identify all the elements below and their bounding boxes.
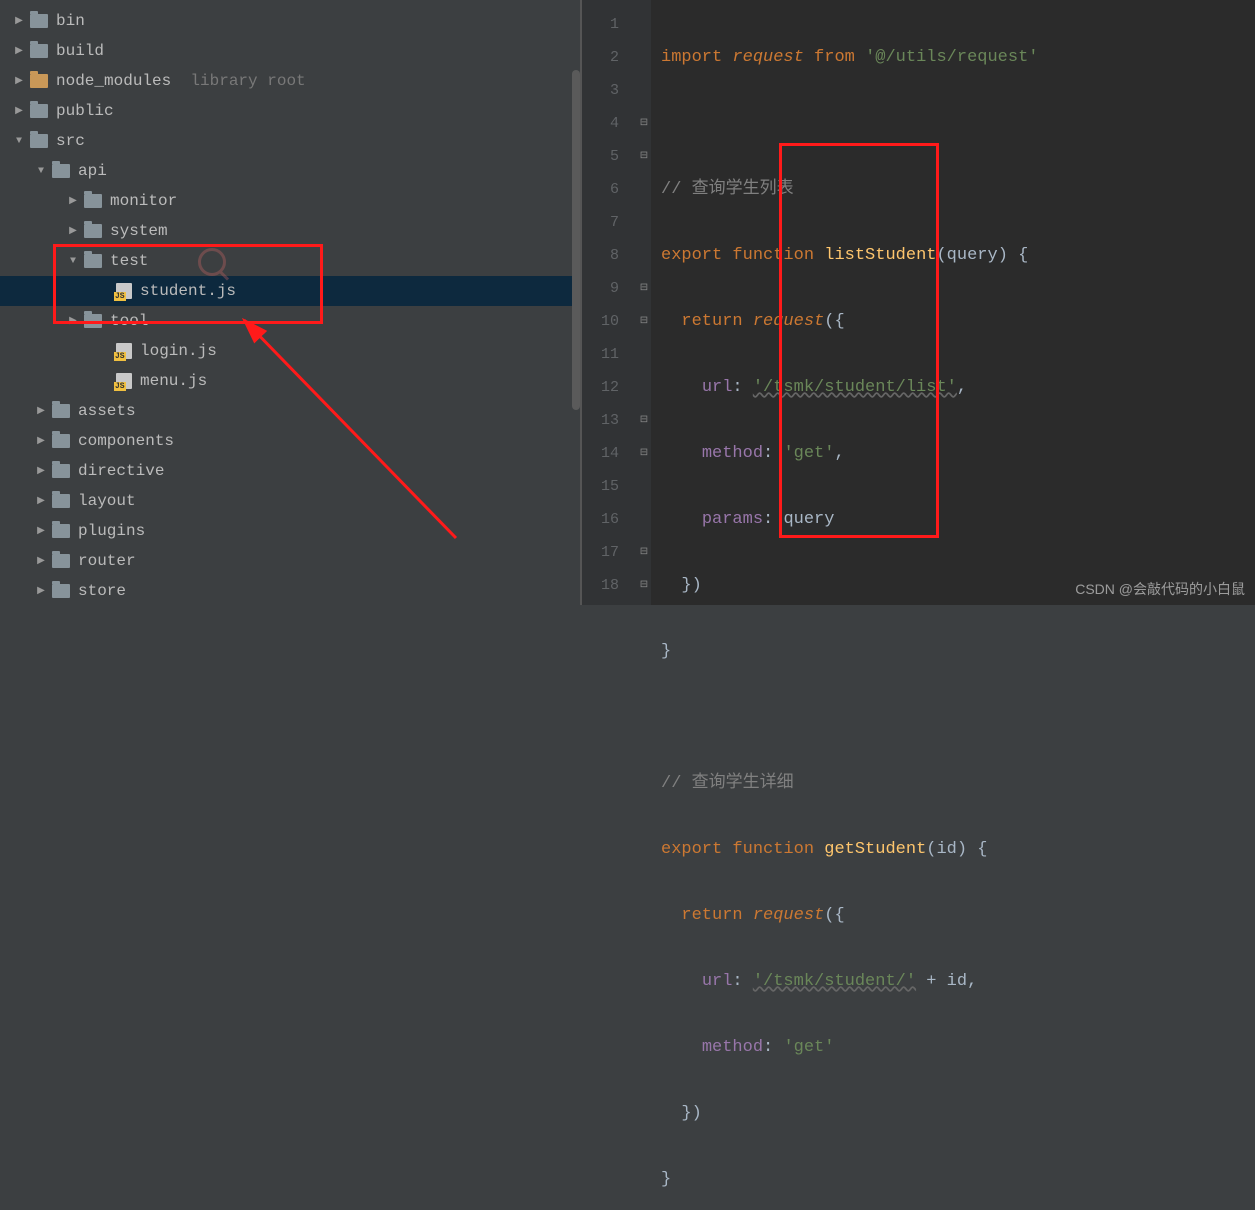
chevron-right-icon: ▶ bbox=[34, 585, 48, 597]
tree-label: bin bbox=[56, 12, 85, 30]
folder-icon bbox=[30, 134, 48, 148]
tree-item-student-js[interactable]: student.js bbox=[0, 276, 580, 306]
tree-label: src bbox=[56, 132, 85, 150]
code-editor[interactable]: 1 2 3 4 5 6 7 8 9 10 11 12 13 14 15 16 1… bbox=[582, 0, 1255, 605]
search-icon bbox=[198, 248, 226, 276]
tree-item-layout[interactable]: ▶ layout bbox=[0, 486, 580, 516]
folder-icon bbox=[52, 584, 70, 598]
js-file-icon bbox=[116, 283, 132, 299]
tree-label: tool bbox=[110, 312, 148, 330]
tree-label: monitor bbox=[110, 192, 177, 210]
tree-label: api bbox=[78, 162, 107, 180]
tree-item-menu-js[interactable]: menu.js bbox=[0, 366, 580, 396]
chevron-right-icon: ▶ bbox=[34, 555, 48, 567]
js-file-icon bbox=[116, 343, 132, 359]
folder-icon bbox=[52, 434, 70, 448]
folder-icon bbox=[84, 254, 102, 268]
tree-label: build bbox=[56, 42, 104, 60]
chevron-right-icon: ▶ bbox=[66, 315, 80, 327]
tree-label: store bbox=[78, 582, 126, 600]
folder-icon bbox=[84, 194, 102, 208]
js-file-icon bbox=[116, 373, 132, 389]
tree-hint: library root bbox=[190, 72, 305, 90]
tree-item-node-modules[interactable]: ▶ node_modules library root bbox=[0, 66, 580, 96]
tree-item-components[interactable]: ▶ components bbox=[0, 426, 580, 456]
chevron-right-icon: ▶ bbox=[12, 15, 26, 27]
chevron-right-icon: ▶ bbox=[66, 195, 80, 207]
chevron-down-icon: ▼ bbox=[66, 256, 80, 267]
chevron-right-icon: ▶ bbox=[34, 525, 48, 537]
tree-label: directive bbox=[78, 462, 164, 480]
tree-label: assets bbox=[78, 402, 136, 420]
chevron-right-icon: ▶ bbox=[12, 75, 26, 87]
folder-icon bbox=[52, 554, 70, 568]
folder-icon bbox=[84, 314, 102, 328]
tree-label: test bbox=[110, 252, 148, 270]
chevron-right-icon: ▶ bbox=[34, 435, 48, 447]
project-tree[interactable]: ▶ bin ▶ build ▶ node_modules library root ▶… bbox=[0, 0, 580, 606]
folder-icon bbox=[52, 464, 70, 478]
tree-item-directive[interactable]: ▶ directive bbox=[0, 456, 580, 486]
tree-item-store[interactable]: ▶ store bbox=[0, 576, 580, 606]
watermark: CSDN @会敲代码的小白鼠 bbox=[1075, 579, 1245, 599]
tree-label: public bbox=[56, 102, 114, 120]
tree-item-system[interactable]: ▶ system bbox=[0, 216, 580, 246]
folder-icon bbox=[30, 44, 48, 58]
folder-icon bbox=[84, 224, 102, 238]
fold-column[interactable]: ⊟⊟ ⊟⊟ ⊟⊟ ⊟⊟ bbox=[637, 0, 651, 605]
tree-item-src[interactable]: ▼ src bbox=[0, 126, 580, 156]
chevron-right-icon: ▶ bbox=[66, 225, 80, 237]
tree-item-bin[interactable]: ▶ bin bbox=[0, 6, 580, 36]
code-area[interactable]: import request from '@/utils/request' //… bbox=[651, 0, 1255, 605]
chevron-down-icon: ▼ bbox=[12, 136, 26, 147]
tree-label: node_modules bbox=[56, 72, 171, 90]
chevron-right-icon: ▶ bbox=[12, 105, 26, 117]
chevron-right-icon: ▶ bbox=[12, 45, 26, 57]
tree-item-public[interactable]: ▶ public bbox=[0, 96, 580, 126]
folder-icon bbox=[52, 494, 70, 508]
chevron-right-icon: ▶ bbox=[34, 495, 48, 507]
tree-item-assets[interactable]: ▶ assets bbox=[0, 396, 580, 426]
folder-icon bbox=[30, 14, 48, 28]
tree-label: system bbox=[110, 222, 168, 240]
folder-icon bbox=[30, 74, 48, 88]
chevron-down-icon: ▼ bbox=[34, 166, 48, 177]
tree-item-monitor[interactable]: ▶ monitor bbox=[0, 186, 580, 216]
tree-label: components bbox=[78, 432, 174, 450]
tree-item-test[interactable]: ▼ test bbox=[0, 246, 580, 276]
line-gutter: 1 2 3 4 5 6 7 8 9 10 11 12 13 14 15 16 1… bbox=[582, 0, 637, 605]
tree-item-build[interactable]: ▶ build bbox=[0, 36, 580, 66]
tree-item-tool[interactable]: ▶ tool bbox=[0, 306, 580, 336]
project-tree-panel: ▶ bin ▶ build ▶ node_modules library root ▶… bbox=[0, 0, 582, 605]
tree-item-router[interactable]: ▶ router bbox=[0, 546, 580, 576]
tree-label: router bbox=[78, 552, 136, 570]
tree-item-api[interactable]: ▼ api bbox=[0, 156, 580, 186]
tree-label: plugins bbox=[78, 522, 145, 540]
folder-icon bbox=[30, 104, 48, 118]
chevron-right-icon: ▶ bbox=[34, 405, 48, 417]
scrollbar-thumb[interactable] bbox=[572, 70, 580, 410]
tree-item-plugins[interactable]: ▶ plugins bbox=[0, 516, 580, 546]
tree-item-login-js[interactable]: login.js bbox=[0, 336, 580, 366]
chevron-right-icon: ▶ bbox=[34, 465, 48, 477]
folder-icon bbox=[52, 164, 70, 178]
tree-label: login.js bbox=[140, 342, 217, 360]
folder-icon bbox=[52, 404, 70, 418]
tree-label: menu.js bbox=[140, 372, 207, 390]
tree-label: layout bbox=[78, 492, 136, 510]
folder-icon bbox=[52, 524, 70, 538]
tree-label: student.js bbox=[140, 282, 236, 300]
